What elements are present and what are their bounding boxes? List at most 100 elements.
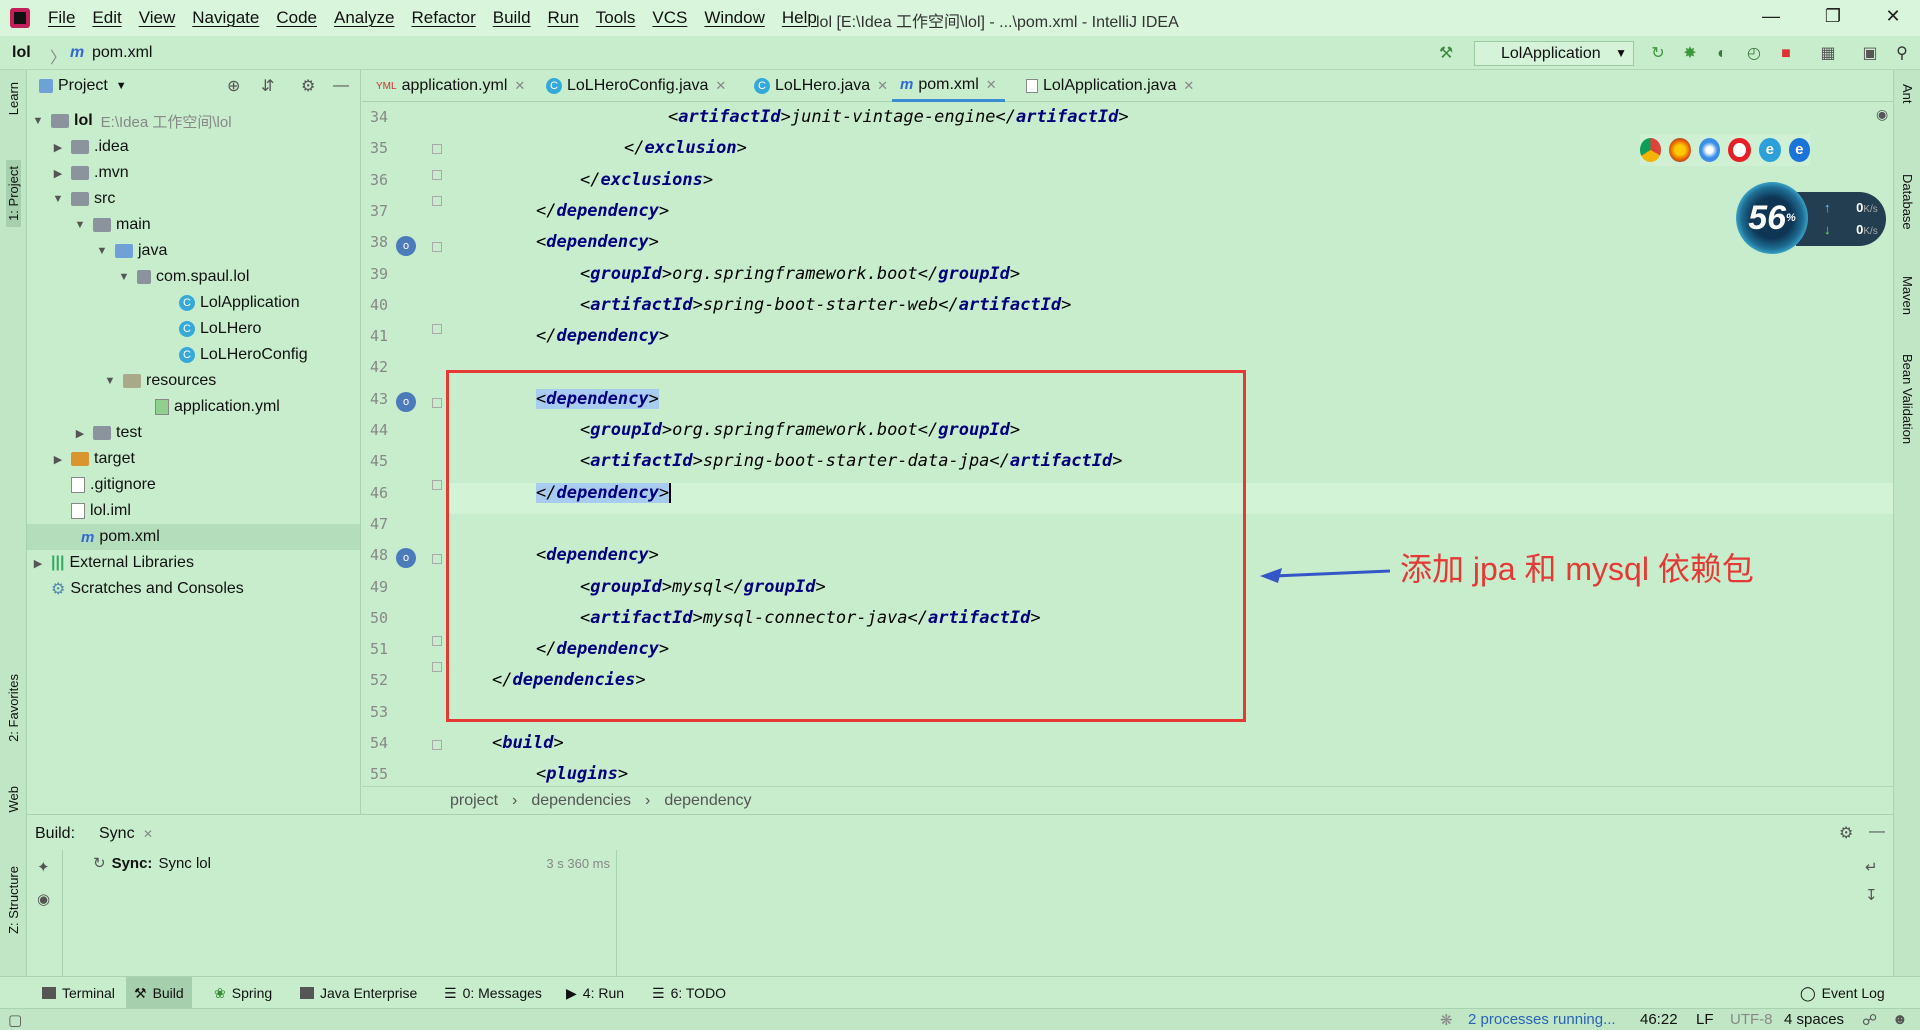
project-panel-title[interactable]: Project	[58, 77, 108, 95]
indent-setting[interactable]: 4 spaces	[1784, 1011, 1844, 1028]
tree-item[interactable]: C LoLHero	[179, 316, 261, 342]
database-tool-button[interactable]: Database	[1900, 174, 1915, 230]
background-processes[interactable]: 2 processes running...	[1468, 1011, 1616, 1028]
tree-item-selected[interactable]: m pom.xml	[27, 524, 360, 550]
minimize-button[interactable]: —	[1756, 6, 1786, 27]
project-structure-icon[interactable]: ▦	[1818, 44, 1838, 64]
menu-analyze[interactable]: Analyze	[334, 8, 394, 28]
sync-row[interactable]: ↻ Sync: Sync lol	[93, 854, 211, 873]
coverage-icon[interactable]: ◐	[1712, 44, 1732, 64]
menu-window[interactable]: Window	[704, 8, 764, 28]
spring-tool-button[interactable]: ❀ Spring	[206, 977, 280, 1009]
menu-code[interactable]: Code	[276, 8, 317, 28]
eye-icon[interactable]: ◉	[1876, 106, 1888, 123]
close-icon[interactable]: ✕	[143, 827, 153, 841]
fold-marker-icon[interactable]	[432, 242, 442, 252]
firefox-icon[interactable]	[1669, 138, 1691, 162]
hide-panel-icon[interactable]: —	[1869, 823, 1885, 841]
nav-project-crumb[interactable]: lol	[12, 44, 31, 62]
tree-item[interactable]: lol.iml	[71, 498, 131, 524]
toolbox-icon[interactable]: ▣	[1860, 44, 1880, 64]
ie-icon[interactable]: e	[1759, 138, 1781, 162]
debug-bug-icon[interactable]: ✸	[1680, 44, 1700, 64]
tree-item[interactable]: application.yml	[155, 394, 280, 420]
favorites-tool-button[interactable]: 2: Favorites	[6, 674, 21, 742]
breadcrumb-project[interactable]: project	[450, 792, 498, 810]
tab-pom-xml[interactable]: m pom.xml ✕	[892, 70, 1005, 102]
menu-tools[interactable]: Tools	[596, 8, 636, 28]
tree-item[interactable]: ▶ .mvn	[51, 160, 129, 186]
tree-item[interactable]: C LoLHeroConfig	[179, 342, 308, 368]
menu-view[interactable]: View	[139, 8, 176, 28]
collapse-all-icon[interactable]: ⇵	[261, 76, 274, 96]
nav-file-crumb[interactable]: pom.xml	[92, 44, 152, 62]
fold-marker-icon[interactable]	[432, 554, 442, 564]
maven-dependency-icon[interactable]: o	[396, 392, 416, 412]
tree-item[interactable]: ▶ target	[51, 446, 135, 472]
fold-marker-icon[interactable]	[432, 170, 442, 180]
tree-item[interactable]: C LolApplication	[179, 290, 300, 316]
tab-lolapplication[interactable]: LolApplication.java ✕	[1018, 70, 1202, 102]
tree-item[interactable]: ▶ ||| External Libraries	[31, 550, 194, 576]
close-icon[interactable]: ✕	[715, 78, 726, 94]
hide-panel-icon[interactable]: —	[333, 77, 349, 95]
structure-tool-button[interactable]: Z: Structure	[6, 866, 21, 934]
soft-wrap-icon[interactable]: ↵	[1865, 858, 1878, 876]
fold-marker-icon[interactable]	[432, 740, 442, 750]
restore-button[interactable]: ❐	[1818, 6, 1848, 27]
event-log-button[interactable]: ◯ Event Log	[1792, 977, 1893, 1009]
java-enterprise-tool-button[interactable]: Java Enterprise	[292, 977, 425, 1009]
tree-item[interactable]: ▼ resources	[103, 368, 217, 394]
stop-icon[interactable]: ■	[1776, 44, 1796, 64]
gear-icon[interactable]: ⚙	[1839, 823, 1853, 843]
profile-icon[interactable]: ◴	[1744, 44, 1764, 64]
menu-file[interactable]: File	[48, 8, 75, 28]
tree-item[interactable]: ▶ test	[73, 420, 142, 446]
tree-item[interactable]: ▶ .idea	[51, 134, 129, 160]
menu-build[interactable]: Build	[493, 8, 531, 28]
fold-marker-icon[interactable]	[432, 144, 442, 154]
fold-marker-icon[interactable]	[432, 480, 442, 490]
lock-icon[interactable]: ☍	[1862, 1011, 1877, 1029]
fold-marker-icon[interactable]	[432, 196, 442, 206]
fold-marker-icon[interactable]	[432, 636, 442, 646]
tree-item[interactable]: ▼ src	[51, 186, 116, 212]
layout-icon[interactable]: ▢	[8, 1011, 22, 1029]
tree-item[interactable]: ▼ main	[73, 212, 151, 238]
tab-lolheroconfig[interactable]: C LoLHeroConfig.java ✕	[538, 70, 734, 102]
todo-tool-button[interactable]: ☰ 6: TODO	[644, 977, 734, 1009]
menu-navigate[interactable]: Navigate	[192, 8, 259, 28]
tree-item[interactable]: .gitignore	[71, 472, 156, 498]
tree-item[interactable]: ▼ com.spaul.lol	[117, 264, 250, 290]
scroll-to-end-icon[interactable]: ↧	[1865, 886, 1878, 904]
tab-lolhero[interactable]: C LoLHero.java ✕	[746, 70, 896, 102]
tree-root[interactable]: ▼ lol E:\Idea 工作空间\lol	[31, 108, 232, 134]
fold-marker-icon[interactable]	[432, 398, 442, 408]
menu-refactor[interactable]: Refactor	[411, 8, 475, 28]
build-tool-button[interactable]: ⚒ Build	[126, 977, 192, 1009]
close-icon[interactable]: ✕	[986, 77, 997, 93]
menu-run[interactable]: Run	[548, 8, 579, 28]
safari-icon[interactable]	[1698, 138, 1721, 162]
project-tool-button[interactable]: 1: Project	[6, 160, 21, 227]
close-icon[interactable]: ✕	[877, 78, 888, 94]
tree-item[interactable]: ▼ java	[95, 238, 168, 264]
gear-icon[interactable]: ⚙	[301, 76, 315, 96]
tab-application-yml[interactable]: YML application.yml ✕	[368, 70, 533, 102]
learn-tool-button[interactable]: Learn	[6, 82, 21, 115]
maven-dependency-icon[interactable]: o	[396, 236, 416, 256]
edge-icon[interactable]: e	[1788, 138, 1811, 162]
menu-vcs[interactable]: VCS	[652, 8, 687, 28]
fold-marker-icon[interactable]	[432, 662, 442, 672]
run-config-select[interactable]: LolApplication ▼	[1474, 41, 1634, 66]
bean-validation-tool-button[interactable]: Bean Validation	[1900, 354, 1915, 444]
ant-tool-button[interactable]: Ant	[1900, 84, 1915, 104]
gauge-dial[interactable]: 56%	[1736, 182, 1808, 254]
run-tool-button[interactable]: ▶ 4: Run	[558, 977, 632, 1009]
terminal-tool-button[interactable]: Terminal	[34, 977, 123, 1009]
file-encoding[interactable]: UTF-8	[1730, 1011, 1773, 1028]
rerun-icon[interactable]: ↻	[1648, 44, 1668, 64]
maven-tool-button[interactable]: Maven	[1900, 276, 1915, 315]
locate-icon[interactable]: ⊕	[227, 76, 240, 96]
close-window-button[interactable]: ✕	[1878, 6, 1908, 27]
